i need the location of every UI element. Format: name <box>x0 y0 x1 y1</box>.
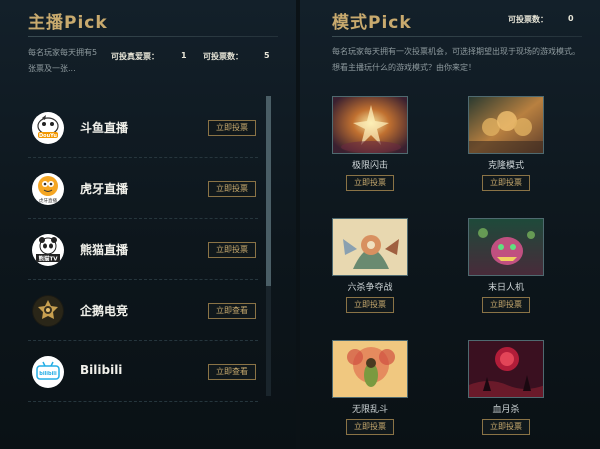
panda-logo-icon: 熊猫TV <box>32 234 64 266</box>
vote-button[interactable]: 立即投票 <box>346 297 394 313</box>
douyu-logo-icon: DouYu <box>32 112 64 144</box>
vote-button[interactable]: 立即投票 <box>346 419 394 435</box>
streamer-row-panda: 熊猫TV 熊猫直播 立即投票 <box>28 219 258 280</box>
mode-votes-label: 可投票数： <box>508 15 548 24</box>
title-divider <box>332 36 582 37</box>
vote-button[interactable]: 立即投票 <box>346 175 394 191</box>
mode-thumbnail[interactable] <box>468 218 544 276</box>
mode-card-blitz[interactable]: 极限闪击 立即投票 <box>332 96 408 191</box>
scrollbar-thumb[interactable] <box>266 96 271 286</box>
streamer-name: 斗鱼直播 <box>80 121 129 135</box>
mode-thumbnail[interactable] <box>332 340 408 398</box>
streamer-name: 熊猫直播 <box>80 243 129 257</box>
vote-button[interactable]: 立即投票 <box>482 175 530 191</box>
mode-thumbnail[interactable] <box>468 96 544 154</box>
real-votes-value: 1 <box>181 51 187 60</box>
streamer-row-huya: 虎牙直播 虎牙直播 立即投票 <box>28 158 258 219</box>
mode-card-hexakill[interactable]: 六杀争夺战 立即投票 <box>332 218 408 313</box>
streamer-pick-panel: 主播Pick 每名玩家每天拥有5张票及一张... 可投真爱票： 1 可投票数： … <box>0 0 296 449</box>
bilibili-logo-icon: bilibili <box>32 356 64 388</box>
svg-text:bilibili: bilibili <box>39 371 57 377</box>
mode-card-urf[interactable]: 无限乱斗 立即投票 <box>332 340 408 435</box>
streamer-row-penguin: 企鹅电竞 立即查看 <box>28 280 258 341</box>
streamer-name: 虎牙直播 <box>80 182 129 196</box>
mode-name: 末日人机 <box>487 283 524 293</box>
mode-pick-description: 每名玩家每天拥有一次投票机会，可选择期望出现于现场的游戏模式。想看主播玩什么的游… <box>332 47 580 72</box>
svg-text:虎牙直播: 虎牙直播 <box>39 197 57 204</box>
mode-thumbnail[interactable] <box>332 218 408 276</box>
streamer-row-bilibili: bilibili Bilibili 立即查看 <box>28 341 258 402</box>
streamer-row-douyu: DouYu 斗鱼直播 立即投票 <box>28 97 258 158</box>
streamer-name: 企鹅电竞 <box>80 304 129 318</box>
mode-name: 无限乱斗 <box>351 405 388 415</box>
streamer-pick-description: 每名玩家每天拥有5张票及一张... <box>28 48 98 73</box>
view-button[interactable]: 立即查看 <box>208 303 256 319</box>
huya-logo-icon: 虎牙直播 <box>32 173 64 205</box>
penguin-esports-logo-icon <box>32 295 64 327</box>
svg-text:DouYu: DouYu <box>39 133 57 139</box>
votes-label: 可投票数： <box>203 52 243 61</box>
mode-name: 极限闪击 <box>351 161 388 171</box>
streamer-list-scrollbar[interactable] <box>266 96 271 396</box>
mode-card-doom-bots[interactable]: 末日人机 立即投票 <box>468 218 544 313</box>
mode-thumbnail[interactable] <box>332 96 408 154</box>
mode-name: 血月杀 <box>492 405 520 415</box>
mode-pick-panel: 模式Pick 可投票数： 0 每名玩家每天拥有一次投票机会，可选择期望出现于现场… <box>300 0 600 449</box>
mode-name: 六杀争夺战 <box>347 283 393 293</box>
svg-text:熊猫TV: 熊猫TV <box>38 255 58 263</box>
vote-button[interactable]: 立即投票 <box>482 419 530 435</box>
votes-value: 5 <box>264 51 270 60</box>
title-divider <box>28 36 278 37</box>
mode-votes-value: 0 <box>568 14 574 23</box>
vote-button[interactable]: 立即投票 <box>208 181 256 197</box>
vote-button[interactable]: 立即投票 <box>482 297 530 313</box>
real-votes-label: 可投真爱票： <box>111 52 159 61</box>
view-button[interactable]: 立即查看 <box>208 364 256 380</box>
mode-card-blood-moon[interactable]: 血月杀 立即投票 <box>468 340 544 435</box>
mode-card-clone[interactable]: 克隆模式 立即投票 <box>468 96 544 191</box>
mode-name: 克隆模式 <box>487 161 524 171</box>
streamer-pick-title: 主播Pick <box>28 13 108 33</box>
streamer-name: Bilibili <box>80 363 123 377</box>
vote-button[interactable]: 立即投票 <box>208 242 256 258</box>
mode-pick-title: 模式Pick <box>332 13 412 33</box>
vote-button[interactable]: 立即投票 <box>208 120 256 136</box>
mode-thumbnail[interactable] <box>468 340 544 398</box>
